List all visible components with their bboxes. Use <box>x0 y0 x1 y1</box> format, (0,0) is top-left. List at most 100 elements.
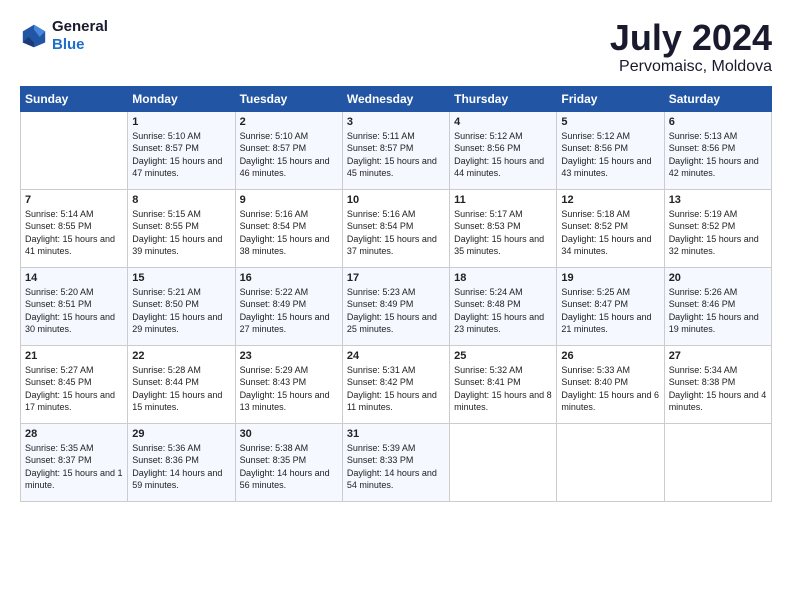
day-info: Sunrise: 5:12 AMSunset: 8:56 PMDaylight:… <box>561 131 651 179</box>
logo-icon <box>20 22 48 50</box>
col-header-saturday: Saturday <box>664 86 771 111</box>
day-info: Sunrise: 5:13 AMSunset: 8:56 PMDaylight:… <box>669 131 759 179</box>
week-row-3: 14 Sunrise: 5:20 AMSunset: 8:51 PMDayligh… <box>21 267 772 345</box>
day-number: 15 <box>132 272 230 284</box>
col-header-wednesday: Wednesday <box>342 86 449 111</box>
day-cell: 23 Sunrise: 5:29 AMSunset: 8:43 PMDayligh… <box>235 345 342 423</box>
day-info: Sunrise: 5:25 AMSunset: 8:47 PMDaylight:… <box>561 287 651 335</box>
day-info: Sunrise: 5:16 AMSunset: 8:54 PMDaylight:… <box>347 209 437 257</box>
calendar-table: SundayMondayTuesdayWednesdayThursdayFrid… <box>20 86 772 502</box>
day-number: 4 <box>454 116 552 128</box>
day-info: Sunrise: 5:21 AMSunset: 8:50 PMDaylight:… <box>132 287 222 335</box>
col-header-sunday: Sunday <box>21 86 128 111</box>
day-cell: 11 Sunrise: 5:17 AMSunset: 8:53 PMDayligh… <box>450 189 557 267</box>
day-info: Sunrise: 5:31 AMSunset: 8:42 PMDaylight:… <box>347 365 437 413</box>
day-info: Sunrise: 5:17 AMSunset: 8:53 PMDaylight:… <box>454 209 544 257</box>
day-info: Sunrise: 5:28 AMSunset: 8:44 PMDaylight:… <box>132 365 222 413</box>
day-info: Sunrise: 5:38 AMSunset: 8:35 PMDaylight:… <box>240 443 330 491</box>
day-info: Sunrise: 5:19 AMSunset: 8:52 PMDaylight:… <box>669 209 759 257</box>
day-cell: 31Sunrise: 5:39 AMSunset: 8:33 PMDayligh… <box>342 423 449 501</box>
day-number: 13 <box>669 194 767 206</box>
day-cell: 16 Sunrise: 5:22 AMSunset: 8:49 PMDayligh… <box>235 267 342 345</box>
day-number: 31 <box>347 428 445 440</box>
day-number: 26 <box>561 350 659 362</box>
day-info: Sunrise: 5:22 AMSunset: 8:49 PMDaylight:… <box>240 287 330 335</box>
header: General Blue July 2024 Pervomaisc, Moldo… <box>20 18 772 76</box>
day-number: 25 <box>454 350 552 362</box>
day-number: 10 <box>347 194 445 206</box>
day-cell: 8Sunrise: 5:15 AMSunset: 8:55 PMDaylight… <box>128 189 235 267</box>
day-info: Sunrise: 5:35 AMSunset: 8:37 PMDaylight:… <box>25 443 123 491</box>
header-row: SundayMondayTuesdayWednesdayThursdayFrid… <box>21 86 772 111</box>
day-number: 29 <box>132 428 230 440</box>
day-cell: 29 Sunrise: 5:36 AMSunset: 8:36 PMDayligh… <box>128 423 235 501</box>
day-number: 7 <box>25 194 123 206</box>
day-info: Sunrise: 5:16 AMSunset: 8:54 PMDaylight:… <box>240 209 330 257</box>
day-number: 17 <box>347 272 445 284</box>
week-row-5: 28 Sunrise: 5:35 AMSunset: 8:37 PMDayligh… <box>21 423 772 501</box>
day-number: 22 <box>132 350 230 362</box>
day-cell: 28 Sunrise: 5:35 AMSunset: 8:37 PMDayligh… <box>21 423 128 501</box>
day-cell: 10 Sunrise: 5:16 AMSunset: 8:54 PMDayligh… <box>342 189 449 267</box>
day-number: 3 <box>347 116 445 128</box>
day-number: 11 <box>454 194 552 206</box>
day-info: Sunrise: 5:29 AMSunset: 8:43 PMDaylight:… <box>240 365 330 413</box>
day-info: Sunrise: 5:14 AMSunset: 8:55 PMDaylight:… <box>25 209 115 257</box>
day-number: 24 <box>347 350 445 362</box>
day-cell: 25Sunrise: 5:32 AMSunset: 8:41 PMDayligh… <box>450 345 557 423</box>
subtitle: Pervomaisc, Moldova <box>610 58 772 76</box>
day-number: 23 <box>240 350 338 362</box>
day-info: Sunrise: 5:33 AMSunset: 8:40 PMDaylight:… <box>561 365 659 413</box>
day-cell: 18Sunrise: 5:24 AMSunset: 8:48 PMDayligh… <box>450 267 557 345</box>
day-number: 2 <box>240 116 338 128</box>
day-cell: 27 Sunrise: 5:34 AMSunset: 8:38 PMDayligh… <box>664 345 771 423</box>
day-cell: 13 Sunrise: 5:19 AMSunset: 8:52 PMDayligh… <box>664 189 771 267</box>
week-row-1: 1 Sunrise: 5:10 AMSunset: 8:57 PMDaylight… <box>21 111 772 189</box>
day-info: Sunrise: 5:23 AMSunset: 8:49 PMDaylight:… <box>347 287 437 335</box>
day-info: Sunrise: 5:34 AMSunset: 8:38 PMDaylight:… <box>669 365 767 413</box>
col-header-monday: Monday <box>128 86 235 111</box>
day-info: Sunrise: 5:36 AMSunset: 8:36 PMDaylight:… <box>132 443 222 491</box>
title-block: July 2024 Pervomaisc, Moldova <box>610 18 772 76</box>
day-info: Sunrise: 5:11 AMSunset: 8:57 PMDaylight:… <box>347 131 437 179</box>
day-info: Sunrise: 5:26 AMSunset: 8:46 PMDaylight:… <box>669 287 759 335</box>
day-info: Sunrise: 5:20 AMSunset: 8:51 PMDaylight:… <box>25 287 115 335</box>
day-number: 27 <box>669 350 767 362</box>
day-cell: 4Sunrise: 5:12 AMSunset: 8:56 PMDaylight… <box>450 111 557 189</box>
day-info: Sunrise: 5:10 AMSunset: 8:57 PMDaylight:… <box>132 131 222 179</box>
logo-text: General Blue <box>52 18 108 54</box>
col-header-friday: Friday <box>557 86 664 111</box>
logo: General Blue <box>20 18 108 54</box>
col-header-tuesday: Tuesday <box>235 86 342 111</box>
day-number: 30 <box>240 428 338 440</box>
day-cell <box>664 423 771 501</box>
day-cell: 6 Sunrise: 5:13 AMSunset: 8:56 PMDaylight… <box>664 111 771 189</box>
col-header-thursday: Thursday <box>450 86 557 111</box>
day-number: 6 <box>669 116 767 128</box>
day-cell: 12Sunrise: 5:18 AMSunset: 8:52 PMDayligh… <box>557 189 664 267</box>
day-number: 28 <box>25 428 123 440</box>
day-info: Sunrise: 5:24 AMSunset: 8:48 PMDaylight:… <box>454 287 544 335</box>
day-cell: 30 Sunrise: 5:38 AMSunset: 8:35 PMDayligh… <box>235 423 342 501</box>
day-cell: 9 Sunrise: 5:16 AMSunset: 8:54 PMDaylight… <box>235 189 342 267</box>
day-cell: 21Sunrise: 5:27 AMSunset: 8:45 PMDayligh… <box>21 345 128 423</box>
day-number: 1 <box>132 116 230 128</box>
week-row-4: 21Sunrise: 5:27 AMSunset: 8:45 PMDayligh… <box>21 345 772 423</box>
day-cell <box>21 111 128 189</box>
day-cell: 1 Sunrise: 5:10 AMSunset: 8:57 PMDaylight… <box>128 111 235 189</box>
day-number: 9 <box>240 194 338 206</box>
day-number: 20 <box>669 272 767 284</box>
day-cell: 24 Sunrise: 5:31 AMSunset: 8:42 PMDayligh… <box>342 345 449 423</box>
day-number: 14 <box>25 272 123 284</box>
day-cell: 7 Sunrise: 5:14 AMSunset: 8:55 PMDaylight… <box>21 189 128 267</box>
day-number: 16 <box>240 272 338 284</box>
day-cell <box>450 423 557 501</box>
day-info: Sunrise: 5:10 AMSunset: 8:57 PMDaylight:… <box>240 131 330 179</box>
day-cell: 20 Sunrise: 5:26 AMSunset: 8:46 PMDayligh… <box>664 267 771 345</box>
main-title: July 2024 <box>610 18 772 58</box>
day-cell: 22 Sunrise: 5:28 AMSunset: 8:44 PMDayligh… <box>128 345 235 423</box>
day-number: 21 <box>25 350 123 362</box>
logo-general: General <box>52 18 108 36</box>
day-number: 19 <box>561 272 659 284</box>
day-cell: 19 Sunrise: 5:25 AMSunset: 8:47 PMDayligh… <box>557 267 664 345</box>
